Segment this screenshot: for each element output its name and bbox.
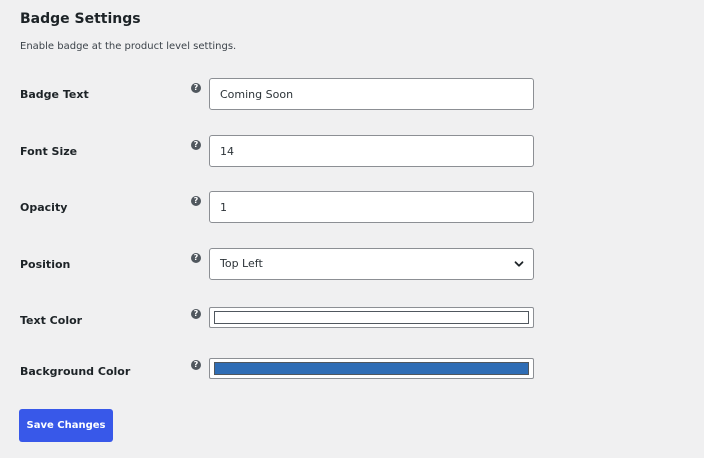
- text-color-picker[interactable]: [209, 307, 534, 328]
- badge-text-input[interactable]: [209, 78, 534, 110]
- help-icon[interactable]: ?: [191, 196, 201, 206]
- page-description: Enable badge at the product level settin…: [20, 41, 237, 52]
- help-icon[interactable]: ?: [191, 309, 201, 319]
- help-icon[interactable]: ?: [191, 140, 201, 150]
- help-icon[interactable]: ?: [191, 253, 201, 263]
- font-size-label: Font Size: [20, 145, 78, 158]
- field-row-background-color: Background Color ?: [0, 358, 704, 382]
- text-color-label: Text Color: [20, 314, 83, 327]
- opacity-input[interactable]: [209, 191, 534, 223]
- background-color-picker[interactable]: [209, 358, 534, 379]
- position-label: Position: [20, 258, 71, 271]
- field-row-badge-text: Badge Text ?: [0, 78, 704, 112]
- position-select[interactable]: Top Left: [209, 248, 534, 280]
- field-row-opacity: Opacity ?: [0, 191, 704, 225]
- save-changes-button[interactable]: Save Changes: [19, 409, 113, 442]
- help-icon[interactable]: ?: [191, 360, 201, 370]
- opacity-label: Opacity: [20, 201, 68, 214]
- help-icon[interactable]: ?: [191, 83, 201, 93]
- field-row-font-size: Font Size ?: [0, 135, 704, 169]
- page-title: Badge Settings: [20, 11, 141, 27]
- field-row-position: Position ? Top Left: [0, 248, 704, 282]
- badge-text-label: Badge Text: [20, 88, 89, 101]
- background-color-label: Background Color: [20, 365, 131, 378]
- field-row-text-color: Text Color ?: [0, 307, 704, 331]
- text-color-swatch: [214, 311, 529, 324]
- font-size-input[interactable]: [209, 135, 534, 167]
- position-selected-value: Top Left: [220, 257, 263, 270]
- chevron-down-icon: [514, 261, 524, 267]
- background-color-swatch: [214, 362, 529, 375]
